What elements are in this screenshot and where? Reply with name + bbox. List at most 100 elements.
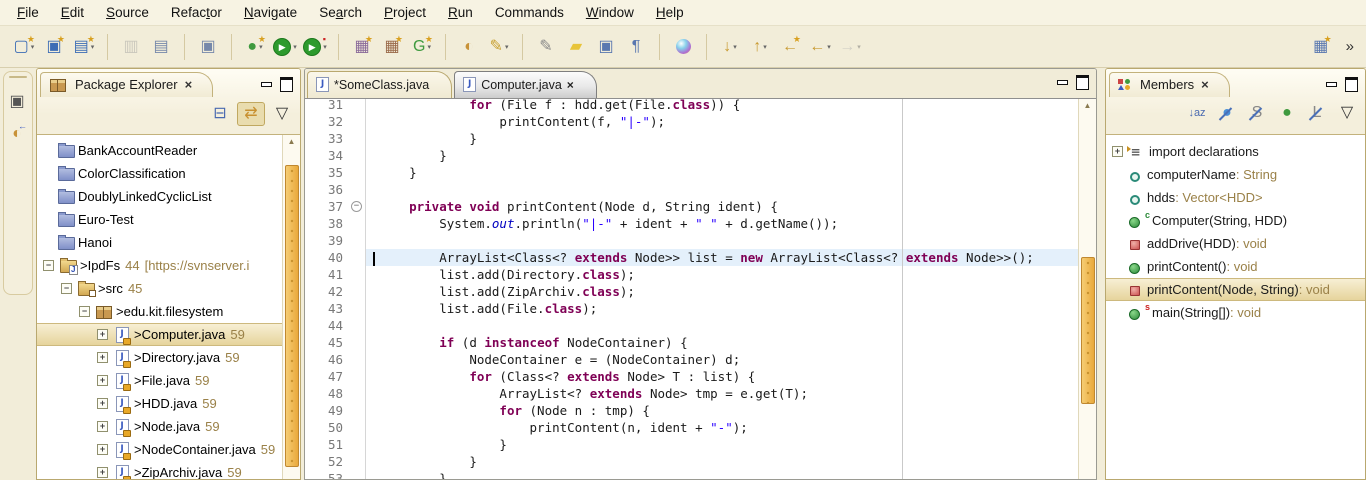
hide-fields-button[interactable]: ● (1214, 102, 1240, 124)
member-main(String[])[interactable]: smain(String[]) : void (1106, 301, 1365, 324)
run-button[interactable]: ▶▾ (271, 34, 299, 60)
code-line-46[interactable]: 46 NodeContainer e = (NodeContainer) d; (305, 351, 1096, 368)
search-menu-button[interactable]: ✎▾ (485, 34, 513, 60)
menu-refactor[interactable]: Refactor (160, 2, 233, 23)
last-edit-location-button[interactable]: ←★ (776, 34, 804, 60)
member-addDrive(HDD)[interactable]: addDrive(HDD) : void (1106, 232, 1365, 255)
close-icon[interactable]: × (185, 77, 193, 92)
code-line-31[interactable]: 31 for (File f : hdd.get(File.class)) { (305, 99, 1096, 113)
minimize-icon[interactable] (1057, 78, 1067, 87)
hide-static-button[interactable]: S (1244, 102, 1270, 124)
code-line-49[interactable]: 49 for (Node n : tmp) { (305, 402, 1096, 419)
code-line-38[interactable]: 38 System.out.println("|-" + ident + " "… (305, 215, 1096, 232)
code-line-36[interactable]: 36 (305, 181, 1096, 198)
code-line-33[interactable]: 33 } (305, 130, 1096, 147)
code-line-41[interactable]: 41 list.add(Directory.class); (305, 266, 1096, 283)
tree-item-Hanoi[interactable]: Hanoi (37, 231, 300, 254)
highlighter-button[interactable]: ▰ (562, 34, 590, 60)
toolbar-overflow-chevron[interactable]: » (1336, 38, 1362, 55)
menu-help[interactable]: Help (645, 2, 695, 23)
drag-handle[interactable] (9, 76, 27, 78)
open-perspective-button[interactable]: ◐← (4, 121, 30, 147)
tree-item-Directory.java[interactable]: +> Directory.java59 (37, 346, 300, 369)
tree-item-HDD.java[interactable]: +> HDD.java59 (37, 392, 300, 415)
menu-commands[interactable]: Commands (484, 2, 575, 23)
view-menu-button[interactable]: ▽ (269, 103, 295, 125)
editor-tab-Computer.java[interactable]: JComputer.java× (454, 71, 597, 98)
menu-source[interactable]: Source (95, 2, 160, 23)
fold-collapse-icon[interactable]: − (351, 201, 362, 212)
minimize-icon[interactable] (261, 80, 271, 89)
close-icon[interactable]: × (567, 78, 574, 92)
link-editor-button[interactable]: ⇄ (237, 102, 265, 126)
menu-navigate[interactable]: Navigate (233, 2, 308, 23)
scroll-up-icon[interactable]: ▲ (1079, 99, 1096, 113)
tree-item-IpdFs[interactable]: −> IpdFs44[https://svnserver.i (37, 254, 300, 277)
member-Computer(String, HDD)[interactable]: cComputer(String, HDD) (1106, 209, 1365, 232)
next-annotation-button[interactable]: ↓▾ (716, 34, 744, 60)
menu-window[interactable]: Window (575, 2, 645, 23)
tree-item-Node.java[interactable]: +> Node.java59 (37, 415, 300, 438)
expander-icon[interactable]: + (97, 375, 108, 386)
code-line-52[interactable]: 52 } (305, 453, 1096, 470)
refresh-button[interactable]: G★▾ (408, 34, 436, 60)
expander-icon[interactable]: + (97, 398, 108, 409)
import-wizard-button[interactable]: ▦★ (348, 34, 376, 60)
open-type-button[interactable]: ◐ (455, 34, 483, 60)
maximize-icon[interactable] (1345, 77, 1358, 92)
new-class-button[interactable]: ▤★▾ (70, 34, 98, 60)
menu-project[interactable]: Project (373, 2, 437, 23)
java-perspective-button[interactable] (669, 34, 697, 60)
new-wizard-button[interactable]: ▢★▾ (10, 34, 38, 60)
code-line-42[interactable]: 42 list.add(ZipArchiv.class); (305, 283, 1096, 300)
package-explorer-scrollbar[interactable]: ▲ (282, 135, 300, 480)
mark-occurrences-button[interactable]: ✎ (532, 34, 560, 60)
member-hdds[interactable]: hdds : Vector<HDD> (1106, 186, 1365, 209)
code-line-43[interactable]: 43 list.add(File.class); (305, 300, 1096, 317)
sort-button[interactable]: ↓az (1184, 102, 1210, 124)
code-line-37[interactable]: 37− private void printContent(Node d, St… (305, 198, 1096, 215)
run-last-button[interactable]: ▶▪▾ (301, 34, 329, 60)
maximize-icon[interactable] (1076, 75, 1089, 90)
new-package-button[interactable]: ▦★ (378, 34, 406, 60)
scroll-up-icon[interactable]: ▲ (283, 135, 300, 149)
code-line-50[interactable]: 50 printContent(n, ident + "-"); (305, 419, 1096, 436)
member-printContent()[interactable]: printContent() : void (1106, 255, 1365, 278)
print-button[interactable]: ▤ (147, 34, 175, 60)
maximize-icon[interactable] (280, 77, 293, 92)
expander-icon[interactable]: + (97, 329, 108, 340)
code-line-51[interactable]: 51 } (305, 436, 1096, 453)
expander-icon[interactable]: − (43, 260, 54, 271)
tree-item-File.java[interactable]: +> File.java59 (37, 369, 300, 392)
editor-scrollbar[interactable]: ▲ (1078, 99, 1096, 480)
tree-item-NodeContainer.java[interactable]: +> NodeContainer.java59 (37, 438, 300, 461)
minimize-icon[interactable] (1326, 80, 1336, 89)
code-line-47[interactable]: 47 for (Class<? extends Node> T : list) … (305, 368, 1096, 385)
expander-icon[interactable]: + (97, 352, 108, 363)
show-view-button[interactable]: ▦★ (1307, 34, 1335, 60)
tree-item-src[interactable]: −> src45 (37, 277, 300, 300)
restore-panes-button[interactable]: ▣ (4, 89, 30, 115)
editor-body[interactable]: 31 for (File f : hdd.get(File.class)) {3… (305, 99, 1096, 480)
debug-button[interactable]: ●★▾ (241, 34, 269, 60)
code-line-34[interactable]: 34 } (305, 147, 1096, 164)
expander-icon[interactable]: − (79, 306, 90, 317)
code-line-45[interactable]: 45 if (d instanceof NodeContainer) { (305, 334, 1096, 351)
code-line-40[interactable]: 40 ArrayList<Class<? extends Node>> list… (305, 249, 1096, 266)
expander-icon[interactable]: − (61, 283, 72, 294)
show-whitespace-button[interactable]: ¶ (622, 34, 650, 60)
code-line-32[interactable]: 32 printContent(f, "|-"); (305, 113, 1096, 130)
scrollbar-thumb[interactable] (1081, 257, 1095, 404)
show-source-button[interactable]: ▣ (592, 34, 620, 60)
tab-members[interactable]: Members × (1109, 72, 1230, 97)
new-project-button[interactable]: ▣★ (40, 34, 68, 60)
tree-item-edu.kit.filesystem[interactable]: −> edu.kit.filesystem (37, 300, 300, 323)
copy-button[interactable]: ▣ (194, 34, 222, 60)
scrollbar-thumb[interactable] (285, 165, 299, 467)
prev-annotation-button[interactable]: ↑▾ (746, 34, 774, 60)
code-line-35[interactable]: 35 } (305, 164, 1096, 181)
show-public-button[interactable]: ● (1274, 102, 1300, 124)
expander-icon[interactable]: + (97, 444, 108, 455)
tab-package-explorer[interactable]: Package Explorer × (40, 72, 213, 97)
expander-icon[interactable]: + (97, 467, 108, 478)
